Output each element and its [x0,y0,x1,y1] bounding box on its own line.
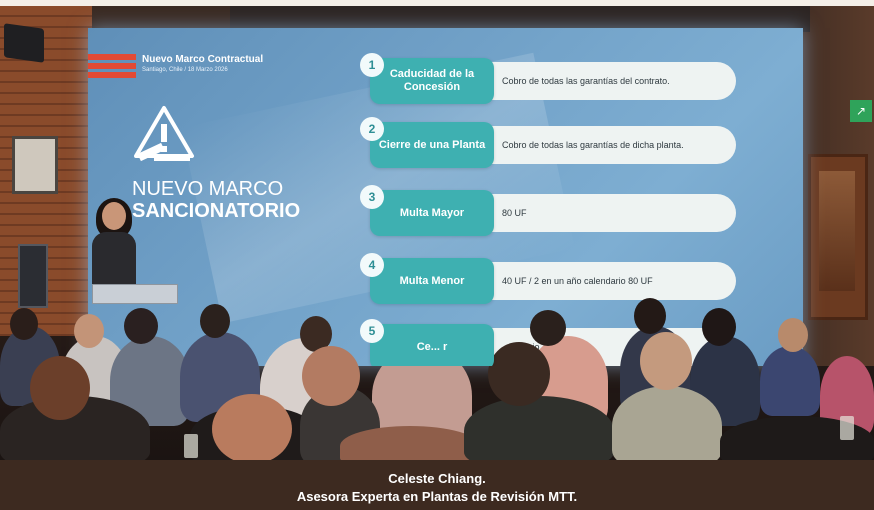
photo-caption: Celeste Chiang. Asesora Experta en Plant… [0,460,874,510]
list-item: 1 Caducidad de la Concesión Cobro de tod… [360,53,736,104]
item-number: 3 [360,185,384,209]
caption-name: Celeste Chiang. [388,471,486,486]
exit-sign-icon: ↗ [850,100,872,122]
item-label: Multa Menor [370,258,494,304]
item-label: Multa Mayor [370,190,494,236]
item-number: 1 [360,53,384,77]
event-photo: ↗ Nuevo Marco Contractual Santiago, Chil… [0,6,874,460]
item-number: 2 [360,117,384,141]
audience [0,286,874,460]
slide-header-subtitle: Santiago, Chile / 18 Marzo 2026 [142,67,228,73]
item-description: Cobro de todas las garantías del contrat… [484,62,736,100]
list-item: 2 Cierre de una Planta Cobro de todas la… [360,117,736,168]
slide-title-line2: SANCIONATORIO [132,200,301,222]
slide-title-line1: NUEVO MARCO [132,178,284,200]
caption-role: Asesora Experta en Plantas de Revisión M… [296,489,578,504]
warning-gavel-icon [134,106,194,162]
slide-header-title: Nuevo Marco Contractual [142,54,264,65]
item-label: Ce... r [370,324,494,366]
item-description: 80 UF [484,194,736,232]
item-number: 4 [360,253,384,277]
item-label: Cierre de una Planta [370,122,494,168]
wall-lamp [12,136,58,194]
item-label: Caducidad de la Concesión [370,58,494,104]
item-number: 5 [360,319,384,343]
speaker-icon [4,23,44,63]
logo-bars-icon [88,54,136,81]
item-description: Cobro de todas las garantías de dicha pl… [484,126,736,164]
slide-title: NUEVO MARCO SANCIONATORIO [132,178,300,222]
list-item: 3 Multa Mayor 80 UF [360,185,736,236]
